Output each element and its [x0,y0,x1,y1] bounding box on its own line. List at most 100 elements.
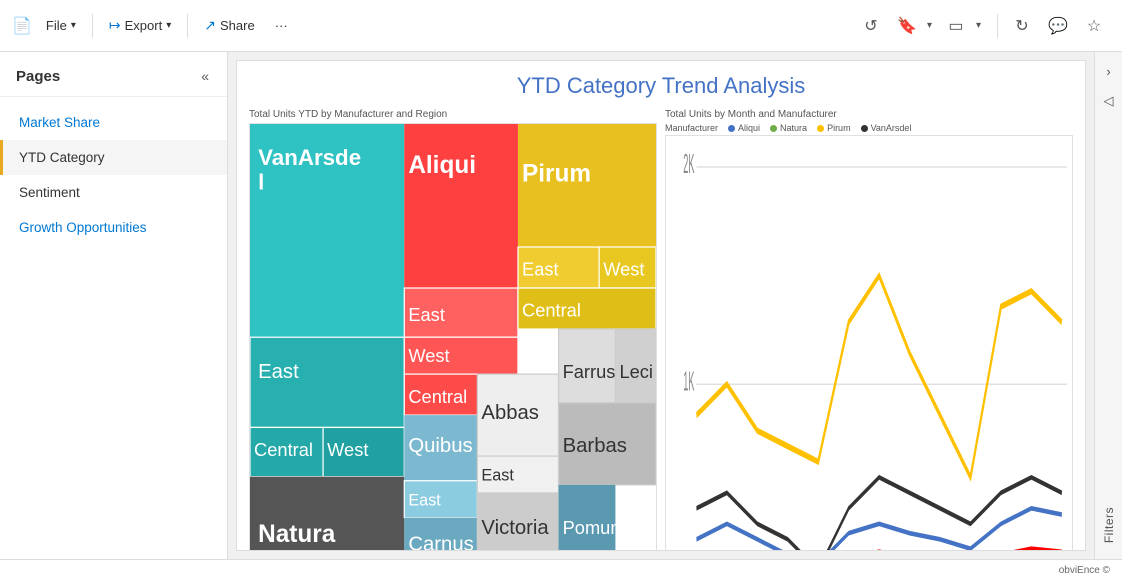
svg-text:1K: 1K [683,366,694,397]
share-label: Share [220,18,255,33]
toolbar-sep-2 [187,14,188,38]
vanarsdel-dot [861,125,868,132]
svg-text:East: East [408,491,441,509]
sidebar-items: Market Share YTD Category Sentiment Grow… [0,97,227,253]
canvas-area: YTD Category Trend Analysis Total Units … [228,52,1094,559]
treemap-svg: VanArsde l East Central West [250,124,656,551]
panel-sound-button[interactable]: ◁ [1098,90,1120,112]
sidebar-item-ytd-category[interactable]: YTD Category [0,140,227,175]
svg-text:Aliqui: Aliqui [408,152,476,179]
report-page: YTD Category Trend Analysis Total Units … [236,60,1086,551]
svg-text:East: East [481,467,514,485]
brand-label: obviEnce © [1059,565,1110,576]
svg-text:Natura: Natura [258,521,336,548]
refresh-button[interactable]: ↻ [1006,10,1038,42]
svg-text:East: East [258,361,299,383]
sidebar-item-label-growth-opportunities: Growth Opportunities [19,220,147,235]
toolbar: 📄 File ▾ ↦ Export ▾ ↗ Share ··· ↺ 🔖 ▾ ▭ … [0,0,1122,52]
sidebar-header: Pages « [0,52,227,97]
vanarsdel-label: VanArsdel [871,123,912,133]
svg-text:West: West [327,439,368,460]
svg-text:Quibus: Quibus [408,435,472,457]
legend-aliqui: Aliqui [728,123,760,133]
svg-text:West: West [408,345,449,366]
sidebar-item-label-market-share: Market Share [19,115,100,130]
panel-sound-icon: ◁ [1104,93,1114,109]
panel-collapse-button[interactable]: › [1098,60,1120,82]
filters-label[interactable]: Filters [1102,507,1116,543]
svg-text:Central: Central [522,300,581,321]
undo-icon: ↺ [864,16,877,36]
sidebar: Pages « Market Share YTD Category Sentim… [0,52,228,559]
export-chevron-icon: ▾ [166,20,171,31]
natura-label: Natura [780,123,807,133]
pirum-label: Pirum [827,123,851,133]
sidebar-item-sentiment[interactable]: Sentiment [0,175,227,210]
svg-text:East: East [408,304,445,325]
share-button[interactable]: ↗ Share [196,13,262,38]
window-chevron-icon: ▾ [976,20,981,31]
svg-text:Central: Central [254,439,313,460]
svg-text:Central: Central [408,386,467,407]
star-icon: ☆ [1087,16,1101,36]
share-icon: ↗ [204,17,216,34]
chart2-container: Total Units by Month and Manufacturer Ma… [661,105,1077,551]
main-area: Pages « Market Share YTD Category Sentim… [0,52,1122,559]
file-button[interactable]: File ▾ [38,14,84,37]
legend-natura: Natura [770,123,807,133]
chart2-legend: Manufacturer Aliqui Natura Pirum [665,123,1073,133]
bookmark-button[interactable]: 🔖 [891,10,923,42]
chart1-body[interactable]: VanArsde l East Central West [249,123,657,551]
file-icon: 📄 [12,16,32,36]
comment-button[interactable]: 💬 [1042,10,1074,42]
export-button[interactable]: ↦ Export ▾ [101,13,179,38]
star-button[interactable]: ☆ [1078,10,1110,42]
refresh-icon: ↻ [1015,16,1028,36]
bottom-bar: obviEnce © [0,559,1122,581]
legend-manufacturer-label: Manufacturer [665,123,718,133]
pirum-dot [817,125,824,132]
window-icon: ▭ [948,16,963,36]
export-icon: ↦ [109,17,121,34]
svg-text:Farrus: Farrus [563,361,616,382]
svg-text:East: East [522,259,559,280]
sidebar-collapse-button[interactable]: « [199,66,211,86]
svg-text:l: l [258,170,264,195]
svg-text:Pirum: Pirum [522,160,591,187]
svg-text:Abbas: Abbas [481,402,539,424]
export-label: Export [125,18,163,33]
more-button[interactable]: ··· [267,14,296,37]
sidebar-item-label-ytd-category: YTD Category [19,150,105,165]
undo-button[interactable]: ↺ [855,10,887,42]
charts-grid: Total Units YTD by Manufacturer and Regi… [237,105,1085,551]
natura-dot [770,125,777,132]
sidebar-item-market-share[interactable]: Market Share [0,105,227,140]
legend-pirum: Pirum [817,123,851,133]
sidebar-title: Pages [16,68,60,85]
svg-text:Carnus: Carnus [408,533,473,551]
toolbar-sep-1 [92,14,93,38]
right-panel: › ◁ Filters [1094,52,1122,559]
svg-text:Barbas: Barbas [563,435,627,457]
svg-text:Pomum: Pomum [563,517,626,538]
svg-text:Leci: Leci [619,361,653,382]
line-chart-svg: 2K 1K 0K [666,136,1072,551]
chart1-container: Total Units YTD by Manufacturer and Regi… [245,105,661,551]
svg-text:West: West [603,259,644,280]
toolbar-sep-3 [997,14,998,38]
collapse-icon: « [201,68,209,84]
aliqui-label: Aliqui [738,123,760,133]
window-button[interactable]: ▭ [940,10,972,42]
more-label: ··· [275,18,288,33]
chart2-body[interactable]: 2K 1K 0K [665,135,1073,551]
chart2-title: Total Units by Month and Manufacturer [665,109,1073,120]
comment-icon: 💬 [1048,16,1068,36]
svg-text:Victoria: Victoria [481,517,549,539]
file-label: File [46,18,67,33]
aliqui-dot [728,125,735,132]
panel-collapse-icon: › [1106,64,1110,79]
sidebar-item-growth-opportunities[interactable]: Growth Opportunities [0,210,227,245]
legend-vanarsdel: VanArsdel [861,123,912,133]
file-chevron-icon: ▾ [71,20,76,31]
svg-text:VanArsde: VanArsde [258,145,361,170]
